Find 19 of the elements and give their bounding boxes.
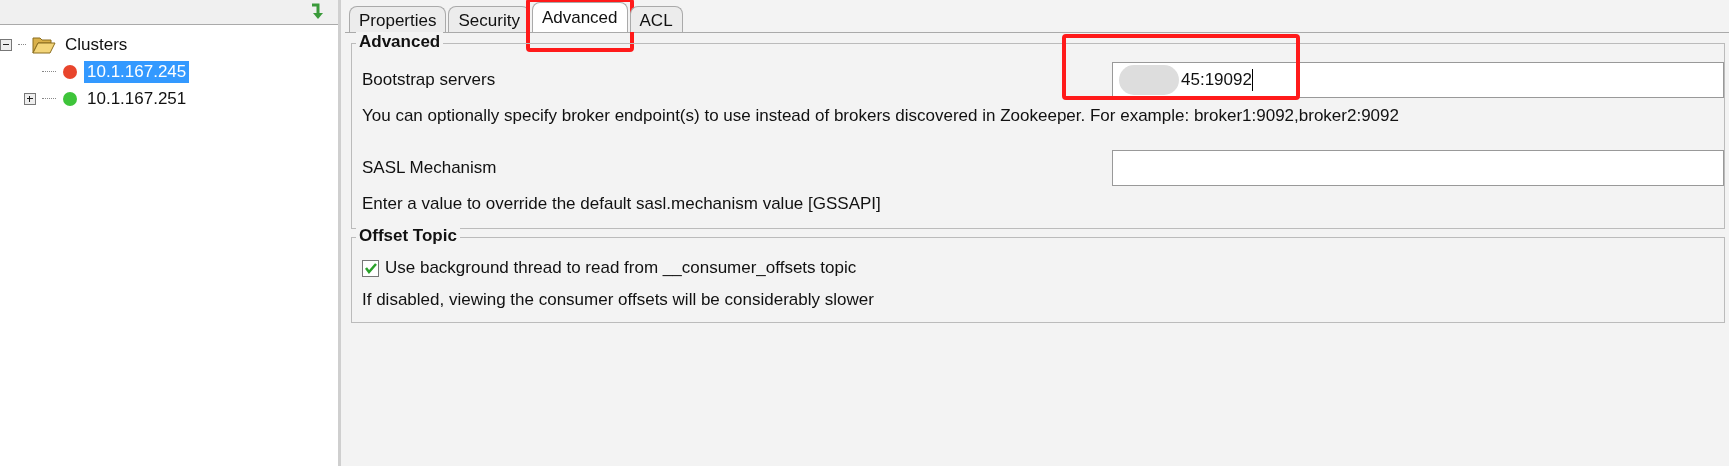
checkbox-label: Use background thread to read from __consumer_offsets topic	[385, 258, 857, 278]
refresh-arrow-icon[interactable]	[310, 3, 326, 21]
input-field[interactable]: 45:19092	[1112, 62, 1724, 98]
tree-item[interactable]: 10.1.167.251	[84, 87, 190, 110]
field-label: Bootstrap servers	[362, 70, 497, 90]
help-text: Enter a value to override the default sasl.mechanism value [GSSAPI]	[362, 194, 882, 214]
tab[interactable]: Advanced	[531, 2, 628, 32]
field-label: SASL Mechanism	[362, 158, 498, 178]
input-field[interactable]	[1112, 150, 1724, 186]
checkbox[interactable]	[362, 259, 379, 277]
expand-toggle-icon[interactable]	[24, 92, 36, 105]
help-text: If disabled, viewing the consumer offsets will be considerably slower	[362, 290, 875, 310]
folder-icon	[32, 35, 56, 54]
tab[interactable]: Properties	[349, 6, 447, 32]
tree-item[interactable]: Clusters	[62, 33, 131, 56]
tab[interactable]: ACL	[629, 6, 683, 32]
help-text: You can optionally specify broker endpoint(s) to use instead of brokers discovered in Zookeeper. For example: broker1:9092,broker2:9092	[362, 106, 1400, 126]
group-title: Offset Topic	[356, 226, 460, 246]
collapse-toggle-icon[interactable]	[0, 38, 12, 51]
